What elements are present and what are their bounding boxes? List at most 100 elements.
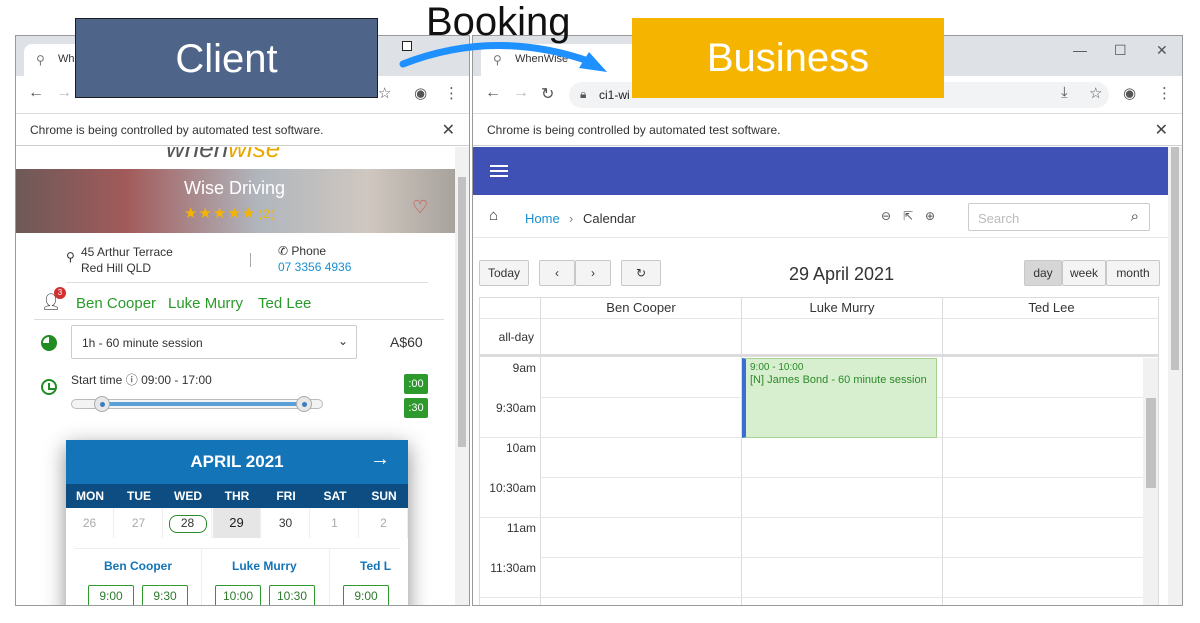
- chevron-right-icon: ›: [591, 266, 595, 280]
- prev-day-button[interactable]: ‹: [539, 260, 575, 286]
- zoom-in-icon[interactable]: ⊕: [925, 209, 935, 223]
- breadcrumb-current: Calendar: [583, 211, 636, 226]
- arrow-right-icon[interactable]: →: [370, 448, 390, 471]
- calendar-event[interactable]: 9:00 - 10:00 [N] James Bond - 60 minute …: [742, 358, 937, 438]
- forward-icon[interactable]: →: [56, 84, 72, 102]
- staff-ben-cooper[interactable]: Ben Cooper: [76, 295, 156, 312]
- date-cell: 26: [66, 508, 114, 538]
- hamburger-icon[interactable]: [490, 165, 508, 167]
- time-slot-button[interactable]: 9:00: [88, 585, 134, 605]
- slider-end-handle[interactable]: [296, 396, 312, 412]
- screenshot-stage: ⚲ WhenWise ← → ☆ ◉ ⋮ Chrome is being con…: [0, 0, 1200, 623]
- maximize-icon[interactable]: ☐: [1114, 42, 1127, 59]
- weekday-label: TUE: [127, 489, 151, 503]
- view-week-button[interactable]: week: [1062, 260, 1106, 286]
- slot-staff-name: Ben Cooper: [104, 559, 173, 573]
- time-slot-button[interactable]: 10:00: [215, 585, 261, 605]
- booking-arrow-icon: [399, 42, 607, 72]
- weekday-label: FRI: [276, 489, 296, 503]
- refresh-button[interactable]: ↻: [621, 260, 661, 286]
- client-booking-page: whenwise Wise Driving ★★★★★ (2) ♡ ⚲ 45 Ar…: [16, 147, 456, 605]
- staff-luke-murry[interactable]: Luke Murry: [168, 295, 243, 312]
- menu-dots-icon[interactable]: ⋮: [444, 84, 459, 102]
- client-browser-window: ⚲ WhenWise ← → ☆ ◉ ⋮ Chrome is being con…: [15, 35, 470, 606]
- business-label: Business: [632, 18, 944, 98]
- search-icon[interactable]: ⌕: [1131, 208, 1139, 225]
- date-cell-selected[interactable]: 29: [213, 508, 261, 538]
- breadcrumb-separator-icon: ›: [569, 211, 574, 226]
- zoom-out-icon[interactable]: ⊖: [881, 209, 891, 223]
- divider: [250, 253, 251, 267]
- page-scrollbar[interactable]: [455, 147, 469, 605]
- date-cell-today[interactable]: 28: [164, 508, 212, 538]
- view-month-button[interactable]: month: [1106, 260, 1160, 286]
- month-title: APRIL 2021: [66, 440, 408, 484]
- grid-line: [540, 477, 1143, 478]
- close-icon[interactable]: ✕: [1155, 120, 1168, 140]
- scrollbar-thumb[interactable]: [1146, 398, 1156, 488]
- search-input[interactable]: Search ⌕: [968, 203, 1150, 231]
- start-time-slider[interactable]: [71, 396, 323, 412]
- help-icon: ⓘ: [125, 373, 138, 387]
- profile-icon[interactable]: ◉: [414, 84, 427, 102]
- forward-icon[interactable]: →: [513, 84, 529, 102]
- event-time: 9:00 - 10:00: [750, 362, 804, 373]
- time-slot-button[interactable]: 9:00: [343, 585, 389, 605]
- grid-scrollbar[interactable]: [1143, 358, 1158, 605]
- weekday-label: THR: [224, 489, 250, 503]
- reload-icon[interactable]: ↻: [541, 84, 554, 104]
- page-scrollbar[interactable]: [1168, 147, 1182, 605]
- minimize-icon[interactable]: —: [1073, 42, 1087, 58]
- scrollbar-thumb[interactable]: [1171, 147, 1179, 370]
- date-cell[interactable]: 30: [262, 508, 310, 538]
- business-calendar-page: ⌂ Home › Calendar ⊖ ⇱ ⊕ Search ⌕ Today ‹…: [473, 147, 1169, 605]
- client-label: Client: [75, 18, 378, 98]
- weekday-label: SUN: [371, 489, 397, 503]
- divider: [201, 549, 202, 605]
- minute-30-button[interactable]: :30: [404, 398, 428, 418]
- slider-start-handle[interactable]: [94, 396, 110, 412]
- business-name: Wise Driving: [184, 178, 286, 198]
- scrollbar-thumb[interactable]: [458, 177, 466, 447]
- home-icon[interactable]: ⌂: [489, 207, 498, 224]
- event-title: [N] James Bond - 60 minute session: [750, 374, 927, 386]
- time-label: 11am: [506, 521, 536, 535]
- weekday-label: SAT: [323, 489, 347, 503]
- grid-line: [480, 354, 1158, 357]
- profile-icon[interactable]: ◉: [1123, 84, 1136, 102]
- infobar-text: Chrome is being controlled by automated …: [30, 123, 324, 137]
- heart-icon[interactable]: ♡: [412, 197, 428, 218]
- close-icon[interactable]: ✕: [442, 120, 455, 140]
- lock-icon: 🔒︎: [580, 87, 587, 101]
- star-icon[interactable]: ☆: [378, 84, 391, 102]
- breadcrumb-home[interactable]: Home: [525, 211, 560, 226]
- back-icon[interactable]: ←: [485, 84, 501, 102]
- time-label: 9am: [512, 361, 536, 375]
- view-day-button[interactable]: day: [1024, 260, 1062, 286]
- phone-label: ✆ Phone: [278, 244, 327, 258]
- session-select[interactable]: 1h - 60 minute session ⌄: [71, 325, 357, 359]
- time-label: 10am: [505, 441, 536, 455]
- date-picker-card: APRIL 2021 → MON TUE WED THR FRI SAT SUN…: [66, 440, 408, 605]
- export-icon[interactable]: ⇱: [903, 209, 913, 223]
- phone-link[interactable]: 07 3356 4936: [278, 260, 351, 274]
- time-slot-button[interactable]: 9:30: [142, 585, 188, 605]
- staff-ted-lee[interactable]: Ted Lee: [258, 295, 311, 312]
- session-price: A$60: [390, 334, 423, 350]
- chevron-left-icon: ‹: [555, 266, 559, 280]
- install-icon[interactable]: ⤓: [1061, 84, 1068, 101]
- star-icon[interactable]: ☆: [1089, 84, 1102, 102]
- clock-icon: [41, 379, 57, 395]
- time-slot-button[interactable]: 10:30: [269, 585, 315, 605]
- minute-00-button[interactable]: :00: [404, 374, 428, 394]
- next-day-button[interactable]: ›: [575, 260, 611, 286]
- refresh-icon: ↻: [635, 266, 647, 280]
- divider: [66, 282, 428, 283]
- logo: whenwise: [166, 147, 281, 163]
- window-close-icon[interactable]: ✕: [1156, 42, 1168, 59]
- grid-line: [540, 557, 1143, 558]
- today-button[interactable]: Today: [479, 260, 529, 286]
- menu-dots-icon[interactable]: ⋮: [1157, 84, 1172, 102]
- back-icon[interactable]: ←: [28, 84, 44, 102]
- map-pin-icon: ⚲: [66, 250, 75, 264]
